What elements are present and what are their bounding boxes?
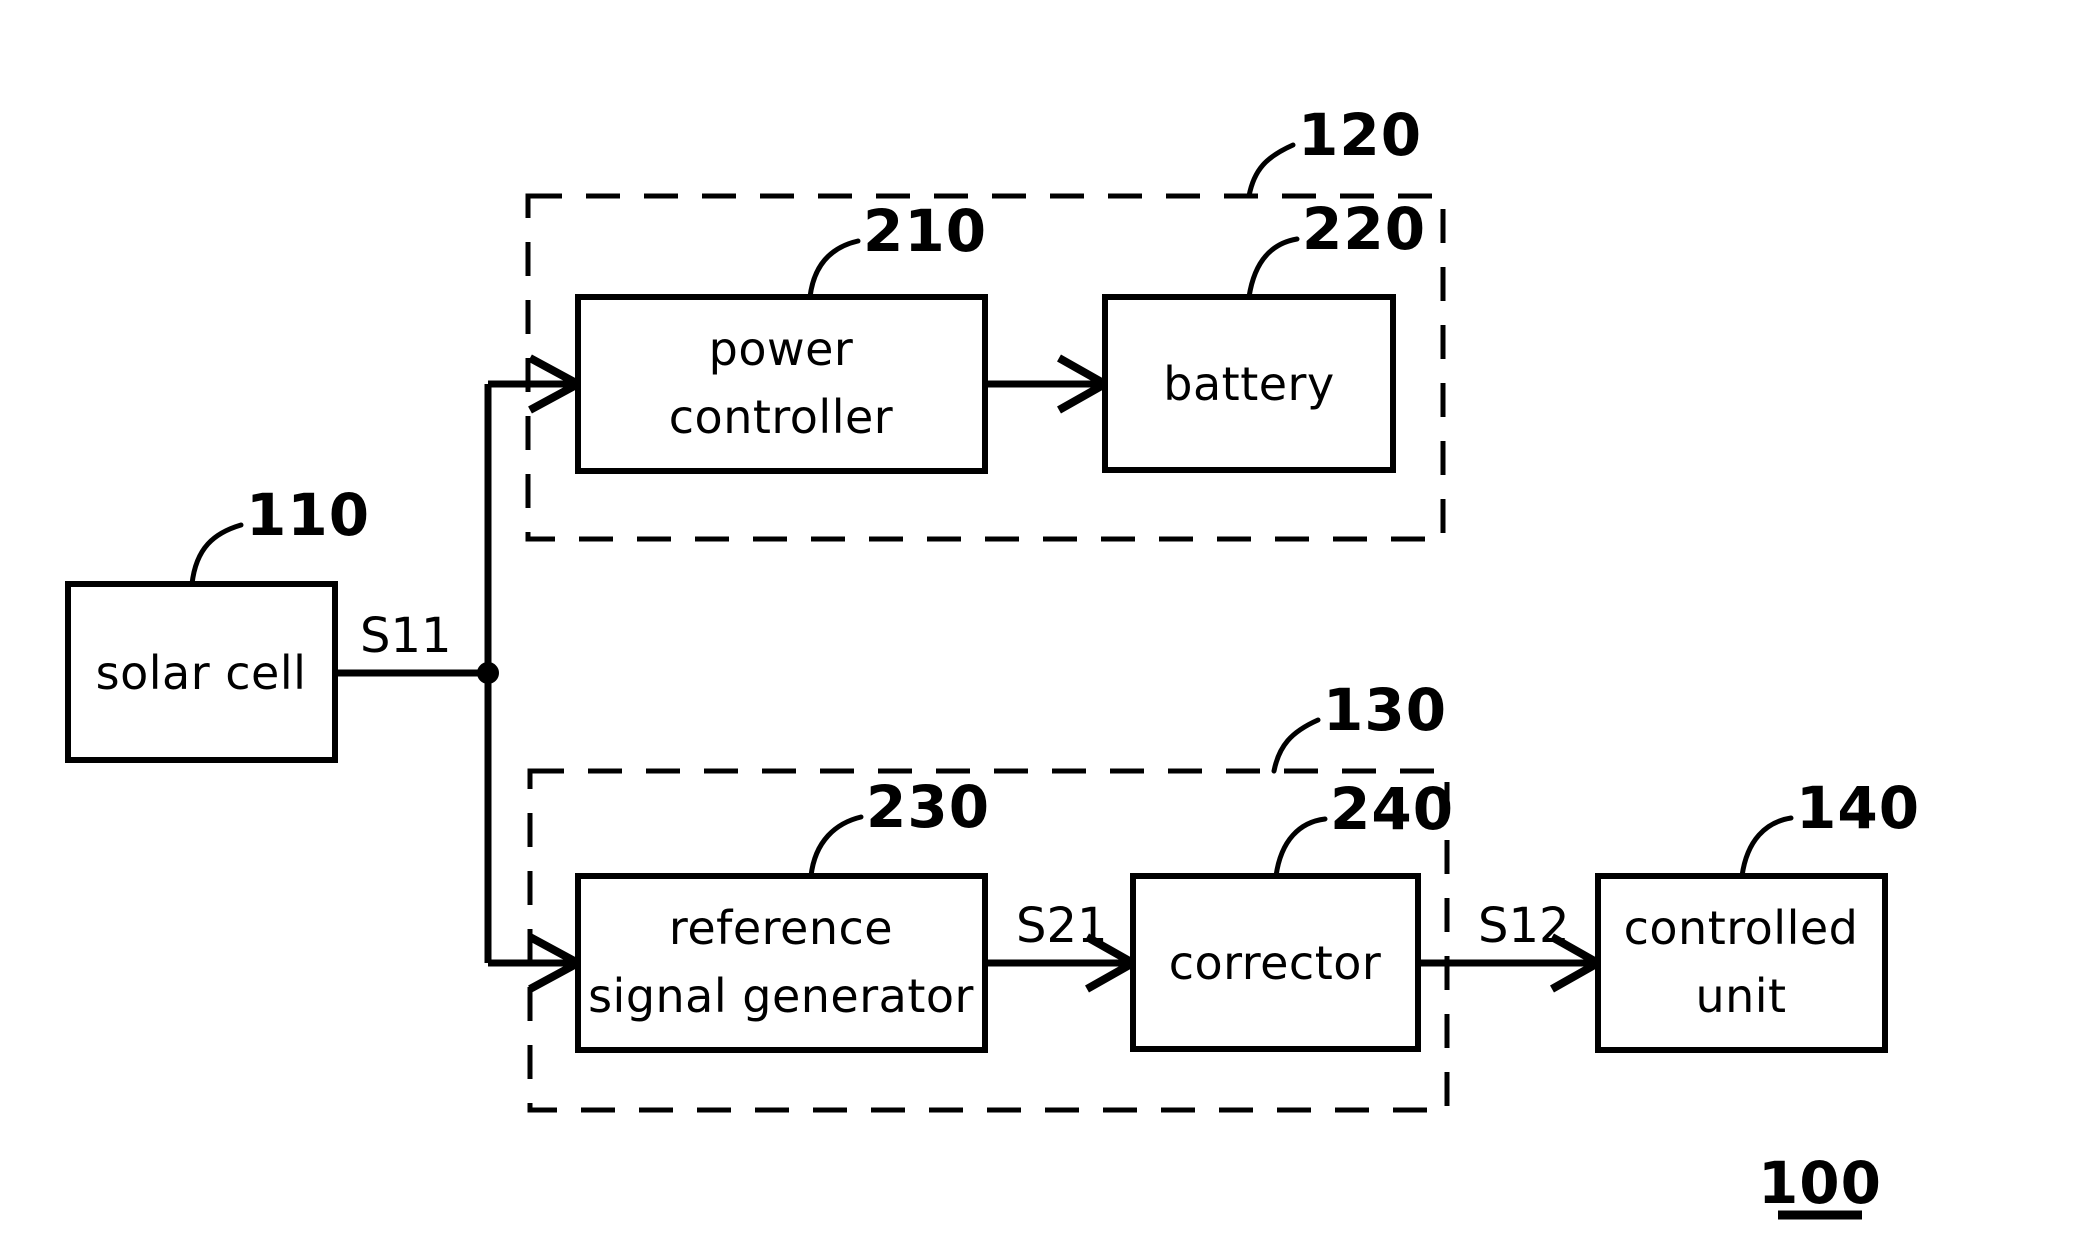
ref-numeral-140: 140 xyxy=(1796,774,1920,842)
diagram-canvas: solar cell power controller battery refe… xyxy=(65,101,1920,1220)
block-label-corrector: corrector xyxy=(1169,936,1382,990)
block-label-battery: battery xyxy=(1163,357,1334,411)
block-label-solar-cell: solar cell xyxy=(96,646,307,700)
leader-line-110 xyxy=(189,522,244,587)
patent-block-diagram: solar cell power controller battery refe… xyxy=(0,0,2087,1252)
ref-numeral-120: 120 xyxy=(1298,101,1422,169)
ref-numeral-220: 220 xyxy=(1302,195,1426,263)
leader-line-240 xyxy=(1273,816,1328,879)
block-label-reference-signal-generator-line1: reference xyxy=(669,901,893,955)
block-label-power-controller-line2: controller xyxy=(669,390,893,444)
leader-line-140 xyxy=(1739,815,1794,879)
signal-label-s11: S11 xyxy=(360,608,452,664)
ref-numeral-210: 210 xyxy=(863,197,987,265)
signal-label-s12: S12 xyxy=(1478,898,1570,954)
leader-line-130 xyxy=(1271,717,1321,774)
ref-numeral-230: 230 xyxy=(866,773,990,841)
block-label-controlled-unit-line1: controlled xyxy=(1624,901,1859,955)
leader-line-220 xyxy=(1246,236,1300,300)
ref-numeral-240: 240 xyxy=(1330,775,1454,843)
block-label-power-controller-line1: power xyxy=(709,322,854,376)
ref-numeral-110: 110 xyxy=(246,481,370,549)
ref-numeral-130: 130 xyxy=(1323,676,1447,744)
junction-dot-s11 xyxy=(477,662,499,684)
figure-number: 100 xyxy=(1758,1149,1882,1217)
block-label-reference-signal-generator-line2: signal generator xyxy=(588,969,974,1023)
leader-line-210 xyxy=(807,238,861,300)
block-label-controlled-unit-line2: unit xyxy=(1695,969,1786,1023)
leader-line-120 xyxy=(1246,142,1296,199)
signal-label-s21: S21 xyxy=(1016,898,1108,954)
leader-line-230 xyxy=(808,814,864,879)
